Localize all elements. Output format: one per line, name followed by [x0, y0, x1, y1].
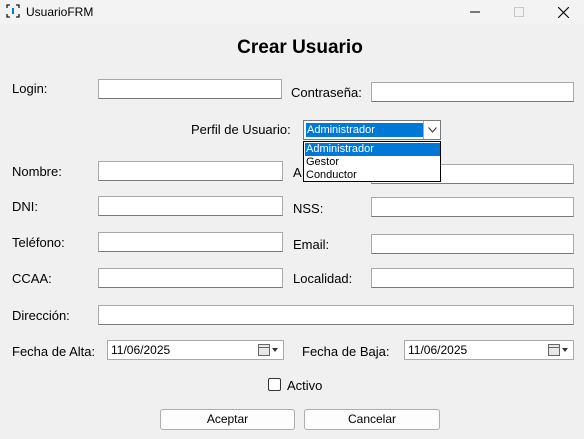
- email-label: Email:: [293, 237, 330, 252]
- ccaa-label: CCAA:: [12, 271, 52, 286]
- direccion-label: Dirección:: [12, 308, 70, 323]
- profile-option-conductor[interactable]: Conductor: [305, 169, 440, 182]
- fecha-baja-calendar-button[interactable]: [547, 343, 571, 357]
- telefono-label: Teléfono:: [12, 235, 65, 250]
- dni-label: DNI:: [12, 199, 38, 214]
- login-label: Login:: [12, 81, 48, 96]
- direccion-field[interactable]: [98, 305, 574, 325]
- nss-label: NSS:: [293, 201, 324, 216]
- fecha-alta-calendar-button[interactable]: [257, 343, 281, 357]
- nombre-field[interactable]: [98, 161, 283, 181]
- profile-dropdown-button[interactable]: [423, 121, 440, 139]
- telefono-field[interactable]: [98, 232, 283, 252]
- profile-label: Perfil de Usuario:: [191, 122, 291, 137]
- fecha-baja-value: 11/06/2025: [408, 343, 468, 357]
- cancel-button[interactable]: Cancelar: [304, 409, 440, 430]
- activo-label: Activo: [287, 378, 323, 393]
- localidad-field[interactable]: [371, 268, 574, 288]
- profile-dropdown-list: Administrador Gestor Conductor: [303, 141, 441, 182]
- maximize-icon: [514, 7, 524, 17]
- calendar-icon: [258, 344, 278, 356]
- email-field[interactable]: [371, 234, 574, 254]
- login-field[interactable]: [98, 79, 282, 99]
- page-title: Crear Usuario: [237, 37, 363, 58]
- apellidos-label: A: [293, 165, 302, 180]
- nss-field[interactable]: [371, 197, 574, 217]
- fecha-alta-datepicker[interactable]: 11/06/2025: [107, 340, 284, 360]
- profile-option-gestor[interactable]: Gestor: [305, 156, 440, 169]
- nombre-label: Nombre:: [12, 164, 62, 179]
- fecha-alta-value: 11/06/2025: [111, 343, 171, 357]
- profile-select[interactable]: Administrador: [303, 120, 441, 140]
- password-label: Contraseña:: [291, 85, 362, 100]
- fecha-alta-label: Fecha de Alta:: [12, 344, 96, 359]
- dni-field[interactable]: [98, 196, 283, 216]
- chevron-down-icon: [427, 127, 437, 133]
- calendar-icon: [548, 344, 568, 356]
- maximize-button[interactable]: [496, 0, 542, 24]
- accept-button[interactable]: Aceptar: [160, 409, 295, 430]
- minimize-button[interactable]: [452, 0, 498, 24]
- fecha-baja-label: Fecha de Baja:: [302, 344, 390, 359]
- close-button[interactable]: [540, 0, 584, 24]
- title-bar: UsuarioFRM: [0, 0, 584, 24]
- password-field[interactable]: [371, 82, 574, 102]
- profile-option-administrador[interactable]: Administrador: [305, 143, 440, 156]
- profile-selected-value: Administrador: [306, 123, 427, 137]
- localidad-label: Localidad:: [293, 271, 353, 286]
- close-icon: [557, 6, 569, 18]
- fecha-baja-datepicker[interactable]: 11/06/2025: [404, 340, 574, 360]
- app-icon: [6, 4, 20, 18]
- ccaa-field[interactable]: [98, 268, 283, 288]
- activo-checkbox[interactable]: [268, 378, 281, 391]
- minimize-icon: [470, 11, 480, 13]
- window-title: UsuarioFRM: [26, 5, 94, 19]
